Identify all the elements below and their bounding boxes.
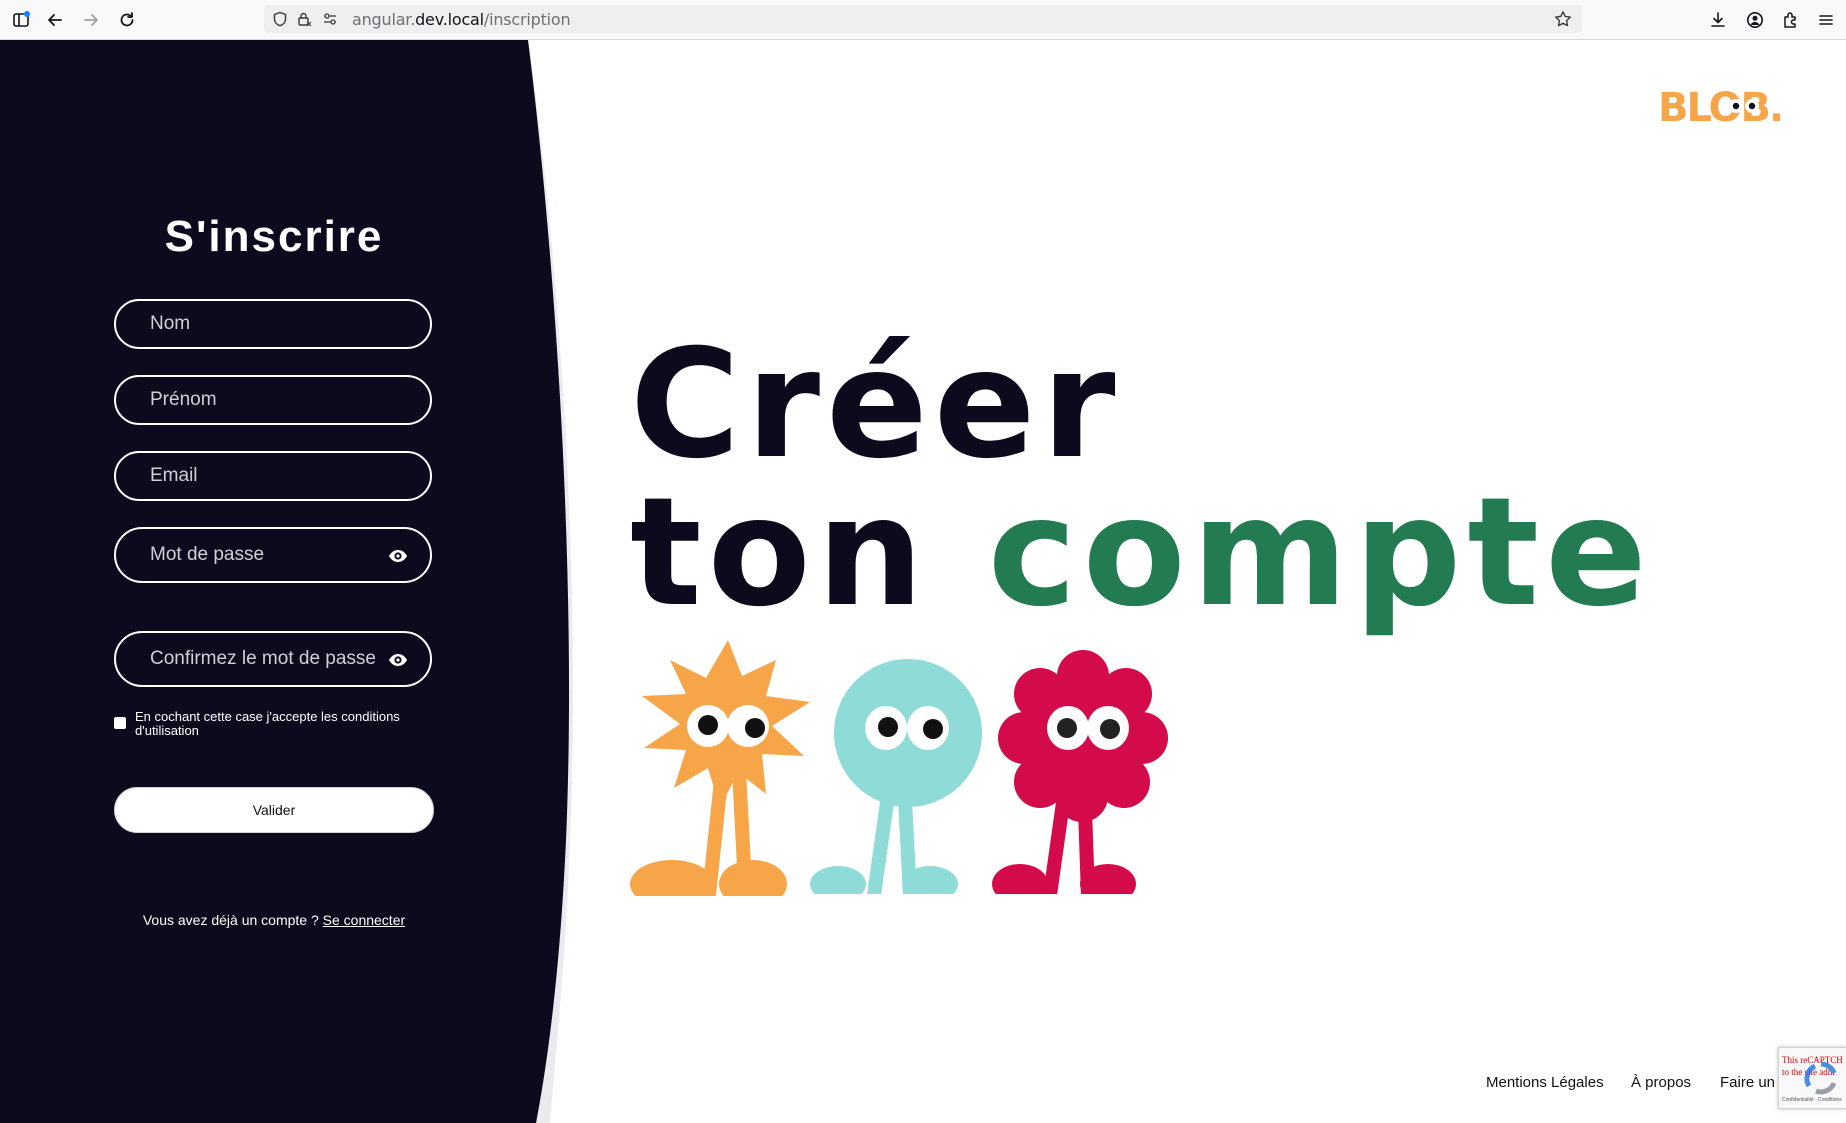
eye-icon[interactable] — [388, 548, 408, 569]
terms-checkbox[interactable] — [114, 717, 126, 729]
forward-arrow-icon[interactable] — [79, 8, 103, 32]
shield-icon[interactable] — [272, 11, 288, 27]
browser-toolbar: angular.dev.local/inscription — [0, 0, 1846, 40]
prenom-input[interactable] — [148, 388, 382, 412]
form-title: S'inscrire — [164, 212, 384, 261]
address-bar[interactable]: angular.dev.local/inscription — [264, 5, 1582, 33]
headline-dark-part: ton — [630, 466, 988, 640]
bookmark-star-icon[interactable] — [1554, 10, 1572, 28]
footer-mentions-legales[interactable]: Mentions Légales — [1486, 1074, 1604, 1091]
footer-a-propos[interactable]: À propos — [1631, 1074, 1691, 1091]
recaptcha-links[interactable]: Confidentialité - Conditions — [1782, 1097, 1842, 1103]
login-prompt-text: Vous avez déjà un compte ? — [142, 912, 323, 928]
recaptcha-badge[interactable]: This reCAPTCH to the site adm Confidentia… — [1778, 1047, 1846, 1109]
login-link[interactable]: Se connecter — [323, 912, 406, 928]
terms-label: En cochant cette case j'accepte les cond… — [135, 709, 400, 738]
reload-icon[interactable] — [115, 8, 139, 32]
submit-button[interactable]: Valider — [114, 787, 434, 833]
confirm-password-field[interactable] — [114, 631, 432, 687]
lock-icon[interactable] — [296, 11, 312, 27]
prenom-field[interactable] — [114, 375, 432, 425]
headline-line-1: Créer — [630, 318, 1122, 492]
back-arrow-icon[interactable] — [43, 8, 67, 32]
recaptcha-logo-icon — [1804, 1061, 1837, 1095]
logo-text: BLOB. — [1658, 86, 1782, 126]
nom-input[interactable] — [148, 312, 382, 336]
extensions-icon[interactable] — [1779, 8, 1803, 32]
url-host: dev.local — [415, 10, 484, 29]
headline-line-2: ton compte — [630, 478, 1653, 628]
login-prompt: Vous avez déjà un compte ? Se connecter — [114, 912, 434, 928]
cyan-round-creature — [800, 659, 982, 908]
password-input[interactable] — [148, 543, 382, 567]
creatures-illustration — [630, 640, 1168, 908]
blob-logo[interactable]: BLOB. — [1658, 86, 1804, 126]
email-field[interactable] — [114, 451, 432, 501]
nom-field[interactable] — [114, 299, 432, 349]
url-path: /inscription — [483, 10, 571, 29]
url-text[interactable]: angular.dev.local/inscription — [352, 10, 571, 29]
url-prefix: angular. — [352, 10, 416, 29]
sidebar-icon[interactable] — [9, 8, 33, 32]
download-icon[interactable] — [1706, 8, 1730, 32]
confirm-password-input[interactable] — [148, 647, 382, 671]
account-icon[interactable] — [1743, 8, 1767, 32]
password-field[interactable] — [114, 527, 432, 583]
terms-consent: En cochant cette case j'accepte les cond… — [114, 710, 424, 738]
headline-green-part: compte — [987, 466, 1653, 640]
eye-icon[interactable] — [388, 652, 408, 673]
menu-icon[interactable] — [1814, 8, 1838, 32]
orange-star-creature — [630, 640, 810, 908]
email-input[interactable] — [148, 464, 382, 488]
site-settings-icon[interactable] — [322, 11, 338, 27]
magenta-flower-creature — [980, 650, 1168, 908]
